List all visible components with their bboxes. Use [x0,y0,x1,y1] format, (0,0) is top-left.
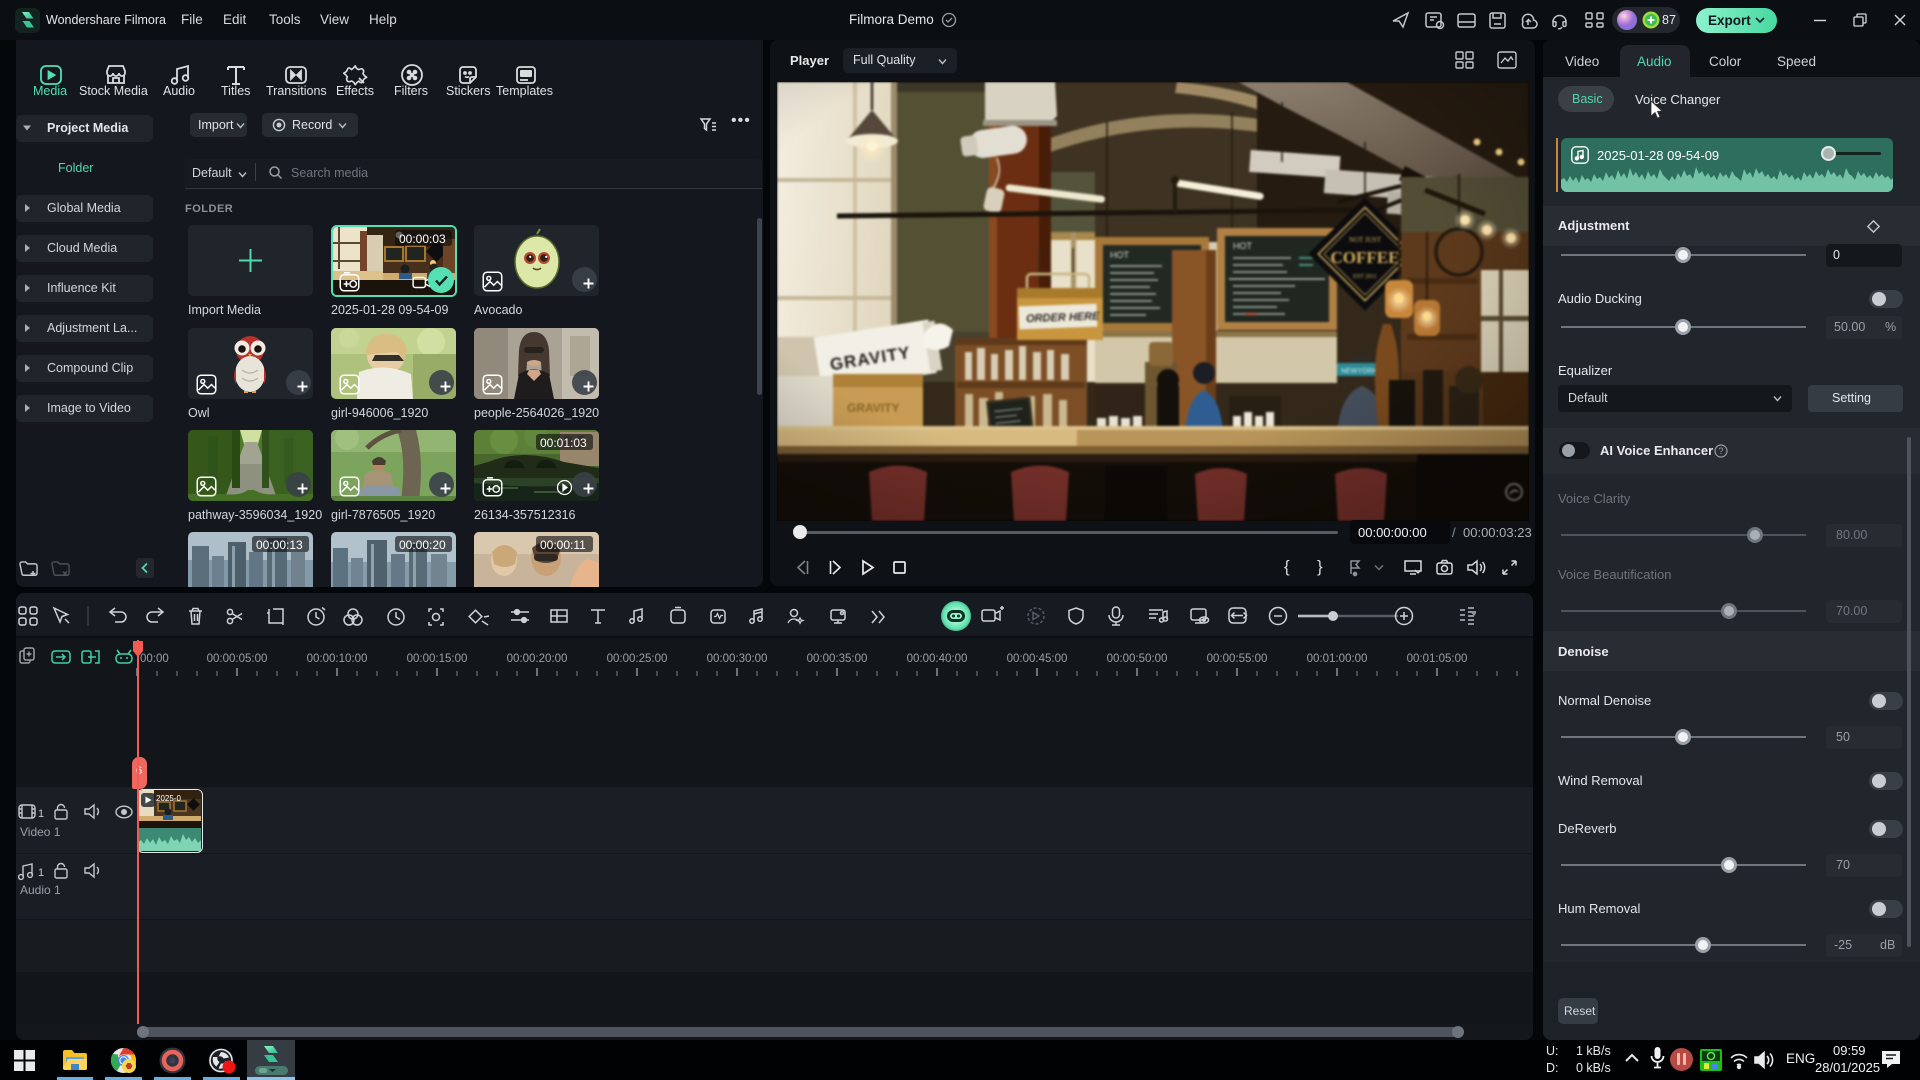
svg-text:00:00:55:00: 00:00:55:00 [1207,653,1268,665]
svg-text:00:00:15:00: 00:00:15:00 [407,653,468,665]
svg-text:00:00:35:00: 00:00:35:00 [807,653,868,665]
svg-text:1: 1 [38,808,44,820]
svg-text:00:00:45:00: 00:00:45:00 [1007,653,1068,665]
svg-text:00:00:05:00: 00:00:05:00 [207,653,268,665]
svg-text:00:01:05:00: 00:01:05:00 [1407,653,1468,665]
svg-text:1: 1 [38,867,44,879]
svg-text:00:00: 00:00 [140,653,169,665]
svg-text:00:00:25:00: 00:00:25:00 [607,653,668,665]
svg-text:00:00:40:00: 00:00:40:00 [907,653,968,665]
svg-text:00:00:20:00: 00:00:20:00 [507,653,568,665]
svg-text:00:01:00:00: 00:01:00:00 [1307,653,1368,665]
svg-text:00:00:50:00: 00:00:50:00 [1107,653,1168,665]
svg-text:00:00:30:00: 00:00:30:00 [707,653,768,665]
svg-text:?: ? [1718,446,1723,456]
svg-text:00:00:10:00: 00:00:10:00 [307,653,368,665]
